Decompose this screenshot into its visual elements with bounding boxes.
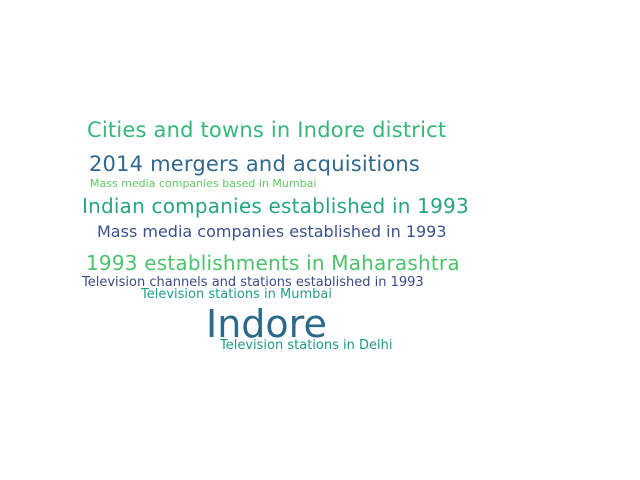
word-cities-and-towns-in-indore-district: Cities and towns in Indore district <box>87 118 447 142</box>
word-1993-establishments-in-maharashtra: 1993 establishments in Maharashtra <box>86 251 460 275</box>
word-mass-media-companies-based-in-mumbai: Mass media companies based in Mumbai <box>90 177 317 190</box>
word-2014-mergers-and-acquisitions: 2014 mergers and acquisitions <box>89 152 421 176</box>
word-indian-companies-established-in-1993: Indian companies established in 1993 <box>82 194 469 218</box>
word-television-stations-in-delhi: Television stations in Delhi <box>220 338 393 353</box>
word-television-stations-in-mumbai: Television stations in Mumbai <box>141 287 332 302</box>
word-mass-media-companies-established-in-1993: Mass media companies established in 1993 <box>97 222 447 241</box>
word-cloud: Cities and towns in Indore district 2014… <box>0 0 640 480</box>
